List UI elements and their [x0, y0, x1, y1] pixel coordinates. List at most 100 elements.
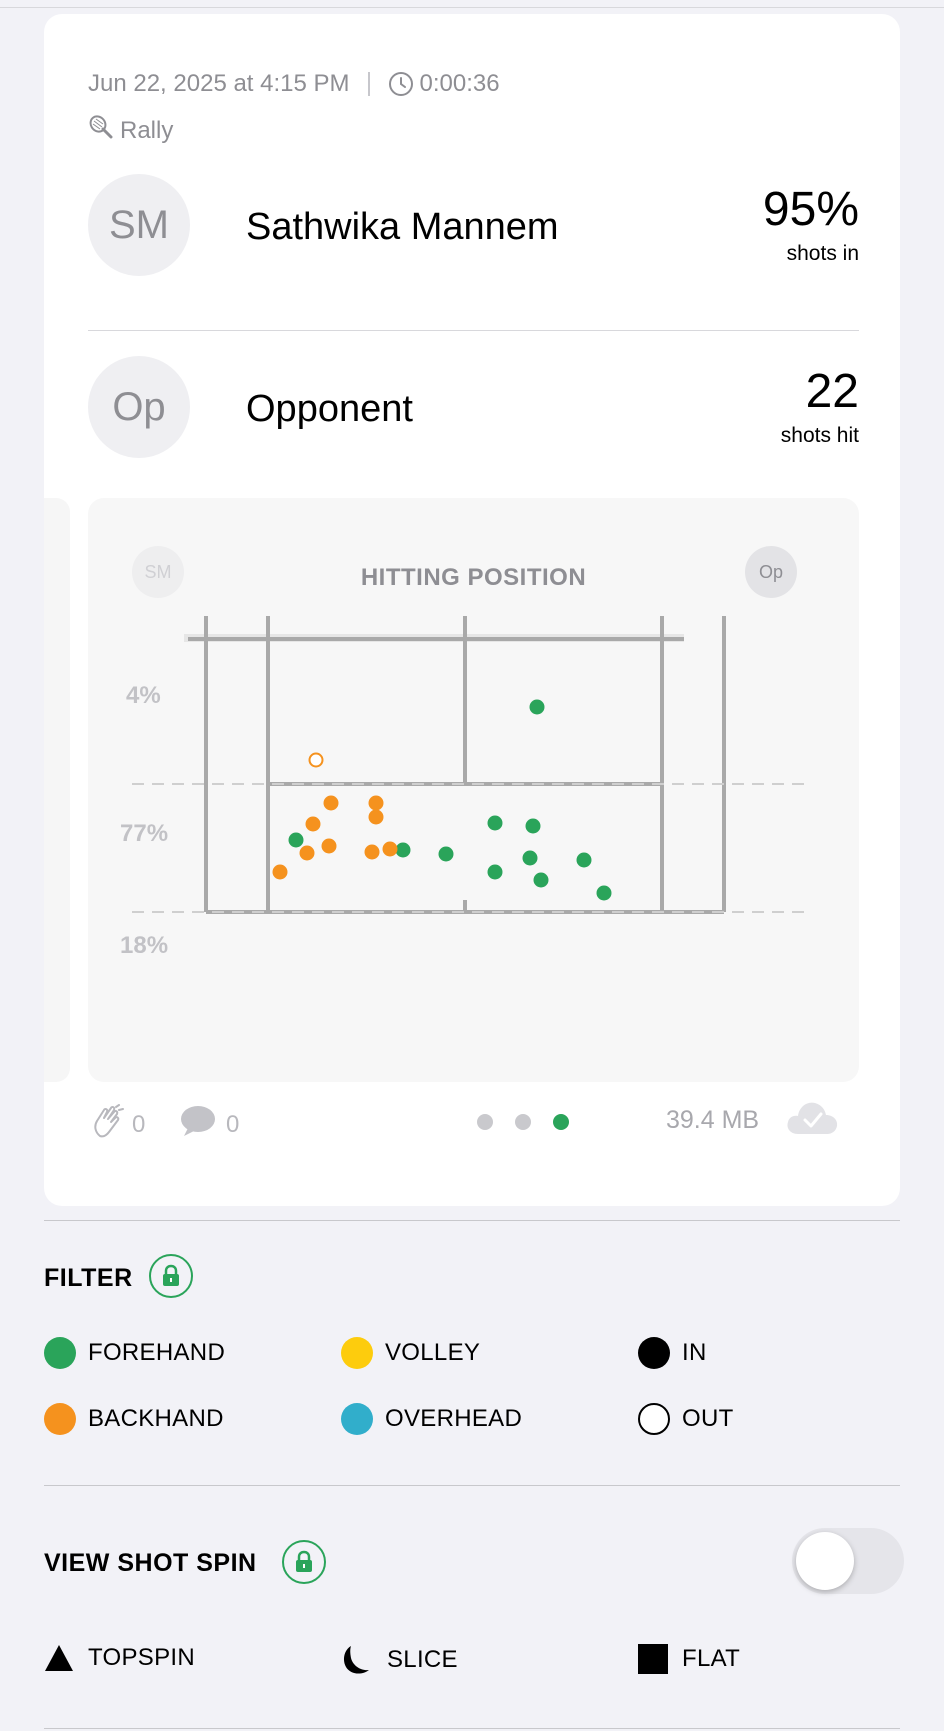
- shot-point-forehand: [288, 832, 304, 848]
- shot-point-forehand: [438, 846, 454, 862]
- player-row-sm[interactable]: SM Sathwika Mannem 95% shots in: [88, 174, 859, 278]
- activity-label: Rally: [120, 116, 174, 144]
- top-divider: [0, 7, 944, 8]
- in-swatch: [638, 1337, 670, 1369]
- filter-title: FILTER: [44, 1264, 133, 1292]
- toggle-knob: [796, 1532, 854, 1590]
- page-indicator[interactable]: [466, 1114, 580, 1130]
- stat-value: 95%: [762, 183, 859, 236]
- shot-point-forehand: [529, 699, 545, 715]
- hitting-position-chart[interactable]: SM HITTING POSITION Op 4% 77% 18%: [88, 498, 859, 1082]
- backhand-swatch: [44, 1403, 76, 1435]
- spin-toggle[interactable]: [792, 1528, 904, 1594]
- session-card[interactable]: Jun 22, 2025 at 4:15 PM 0:00:36 Rally SM…: [44, 14, 900, 1206]
- racket-icon: [88, 114, 120, 147]
- lock-icon[interactable]: [282, 1540, 326, 1584]
- player-stat: 22 shots hit: [781, 364, 859, 448]
- filter-label: IN: [682, 1339, 707, 1366]
- avatar: Op: [88, 356, 190, 458]
- session-datetime: Jun 22, 2025 at 4:15 PM: [88, 70, 350, 97]
- card-footer: 0 0 39.4 MB: [88, 1096, 859, 1146]
- overhead-swatch: [341, 1403, 373, 1435]
- zone-percent-front: 4%: [126, 682, 161, 709]
- filter-label: VOLLEY: [385, 1339, 481, 1366]
- avatar: SM: [88, 174, 190, 276]
- chart-avatar-op[interactable]: Op: [745, 546, 797, 598]
- session-duration: 0:00:36: [419, 70, 500, 97]
- square-icon: [638, 1644, 668, 1674]
- filter-in[interactable]: IN: [638, 1337, 707, 1369]
- spin-flat: FLAT: [638, 1644, 740, 1674]
- comment-count: 0: [226, 1110, 240, 1138]
- player-name: Sathwika Mannem: [246, 206, 559, 248]
- shot-points: [272, 699, 612, 901]
- volley-swatch: [341, 1337, 373, 1369]
- shot-point-backhand-out: [308, 752, 324, 768]
- video-size: 39.4 MB: [666, 1106, 760, 1134]
- clap-action[interactable]: 0: [92, 1104, 145, 1145]
- triangle-icon: [45, 1645, 73, 1671]
- comment-icon: [180, 1104, 216, 1145]
- filter-forehand[interactable]: FOREHAND: [44, 1337, 225, 1369]
- section-divider: [44, 1485, 900, 1486]
- spin-label: SLICE: [387, 1646, 458, 1673]
- filter-label: BACKHAND: [88, 1405, 224, 1432]
- lock-icon[interactable]: [149, 1254, 193, 1298]
- zone-percent-mid: 77%: [120, 820, 169, 847]
- shot-point-backhand: [364, 844, 380, 860]
- player-row-opponent[interactable]: Op Opponent 22 shots hit: [88, 356, 859, 460]
- filter-label: OUT: [682, 1405, 734, 1432]
- clock-icon: [388, 71, 414, 97]
- shot-point-backhand: [382, 841, 398, 857]
- session-meta: Jun 22, 2025 at 4:15 PM 0:00:36: [88, 70, 500, 98]
- shot-point-forehand: [576, 852, 592, 868]
- player-divider: [88, 330, 859, 331]
- filter-volley[interactable]: VOLLEY: [341, 1337, 480, 1369]
- page-dot-active[interactable]: [553, 1114, 569, 1130]
- previous-chart-panel[interactable]: [44, 498, 70, 1082]
- stat-value: 22: [805, 365, 859, 418]
- spin-slice: SLICE: [341, 1644, 458, 1676]
- meta-separator: [367, 72, 370, 96]
- section-divider: [44, 1728, 900, 1729]
- shot-point-backhand: [368, 795, 384, 811]
- spin-topspin: TOPSPIN: [44, 1644, 195, 1672]
- filter-out[interactable]: OUT: [638, 1403, 734, 1435]
- comment-action[interactable]: 0: [180, 1104, 239, 1145]
- shot-point-forehand: [522, 850, 538, 866]
- shot-point-backhand: [321, 838, 337, 854]
- player-name: Opponent: [246, 388, 413, 430]
- shot-point-backhand: [323, 795, 339, 811]
- shot-point-forehand: [596, 885, 612, 901]
- cloud-synced-icon[interactable]: [784, 1096, 840, 1143]
- stat-caption: shots hit: [780, 424, 859, 447]
- shot-point-forehand: [525, 818, 541, 834]
- filter-label: OVERHEAD: [385, 1405, 523, 1432]
- clap-count: 0: [132, 1110, 146, 1138]
- shot-point-backhand: [368, 809, 384, 825]
- stat-caption: shots in: [786, 242, 859, 265]
- spin-label: FLAT: [682, 1645, 741, 1672]
- out-swatch: [638, 1403, 670, 1435]
- shot-point-forehand: [487, 864, 503, 880]
- zone-percent-back: 18%: [120, 932, 169, 959]
- filter-backhand[interactable]: BACKHAND: [44, 1403, 224, 1435]
- clap-icon: [92, 1104, 124, 1145]
- shot-point-backhand: [299, 845, 315, 861]
- section-divider: [44, 1220, 900, 1221]
- shot-point-forehand: [395, 842, 411, 858]
- crescent-icon: [343, 1646, 369, 1674]
- page-dot[interactable]: [477, 1114, 493, 1130]
- page-dot[interactable]: [515, 1114, 531, 1130]
- chart-title: HITTING POSITION: [360, 564, 587, 591]
- forehand-swatch: [44, 1337, 76, 1369]
- shot-point-forehand: [487, 815, 503, 831]
- player-stat: 95% shots in: [763, 182, 859, 266]
- shot-point-backhand: [272, 864, 288, 880]
- filter-overhead[interactable]: OVERHEAD: [341, 1403, 522, 1435]
- activity-type: Rally: [88, 114, 173, 147]
- filter-label: FOREHAND: [88, 1339, 226, 1366]
- spin-title: VIEW SHOT SPIN: [44, 1549, 257, 1577]
- spin-label: TOPSPIN: [88, 1644, 196, 1671]
- shot-point-backhand: [305, 816, 321, 832]
